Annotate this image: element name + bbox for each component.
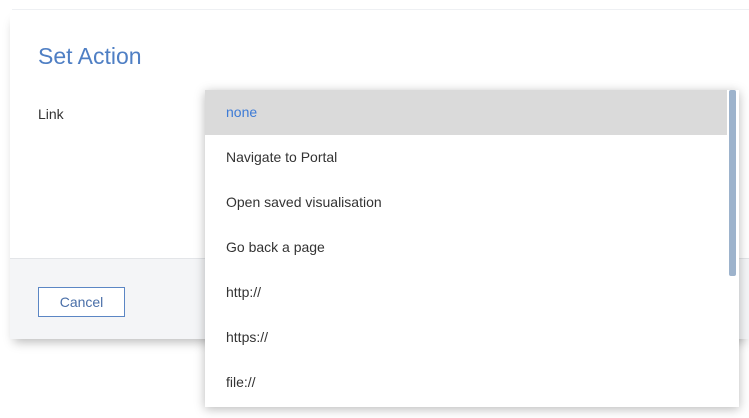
dropdown-option-file[interactable]: file:// <box>205 360 727 405</box>
dropdown-scrollbar-thumb[interactable] <box>729 90 736 276</box>
dropdown-option-http[interactable]: http:// <box>205 270 727 315</box>
dialog-title: Set Action <box>38 43 142 69</box>
dropdown-option-none[interactable]: none <box>205 90 727 135</box>
page-canvas: Set Action Link Cancel none Navigate to … <box>0 0 749 418</box>
dropdown-scrollbar[interactable] <box>727 90 739 407</box>
link-dropdown-menu[interactable]: none Navigate to Portal Open saved visua… <box>205 90 739 407</box>
dropdown-option-https[interactable]: https:// <box>205 315 727 360</box>
dropdown-option-navigate-to-portal[interactable]: Navigate to Portal <box>205 135 727 180</box>
cancel-button[interactable]: Cancel <box>38 287 125 317</box>
dropdown-option-open-saved-visualisation[interactable]: Open saved visualisation <box>205 180 727 225</box>
dropdown-option-go-back-a-page[interactable]: Go back a page <box>205 225 727 270</box>
link-label: Link <box>38 106 64 122</box>
